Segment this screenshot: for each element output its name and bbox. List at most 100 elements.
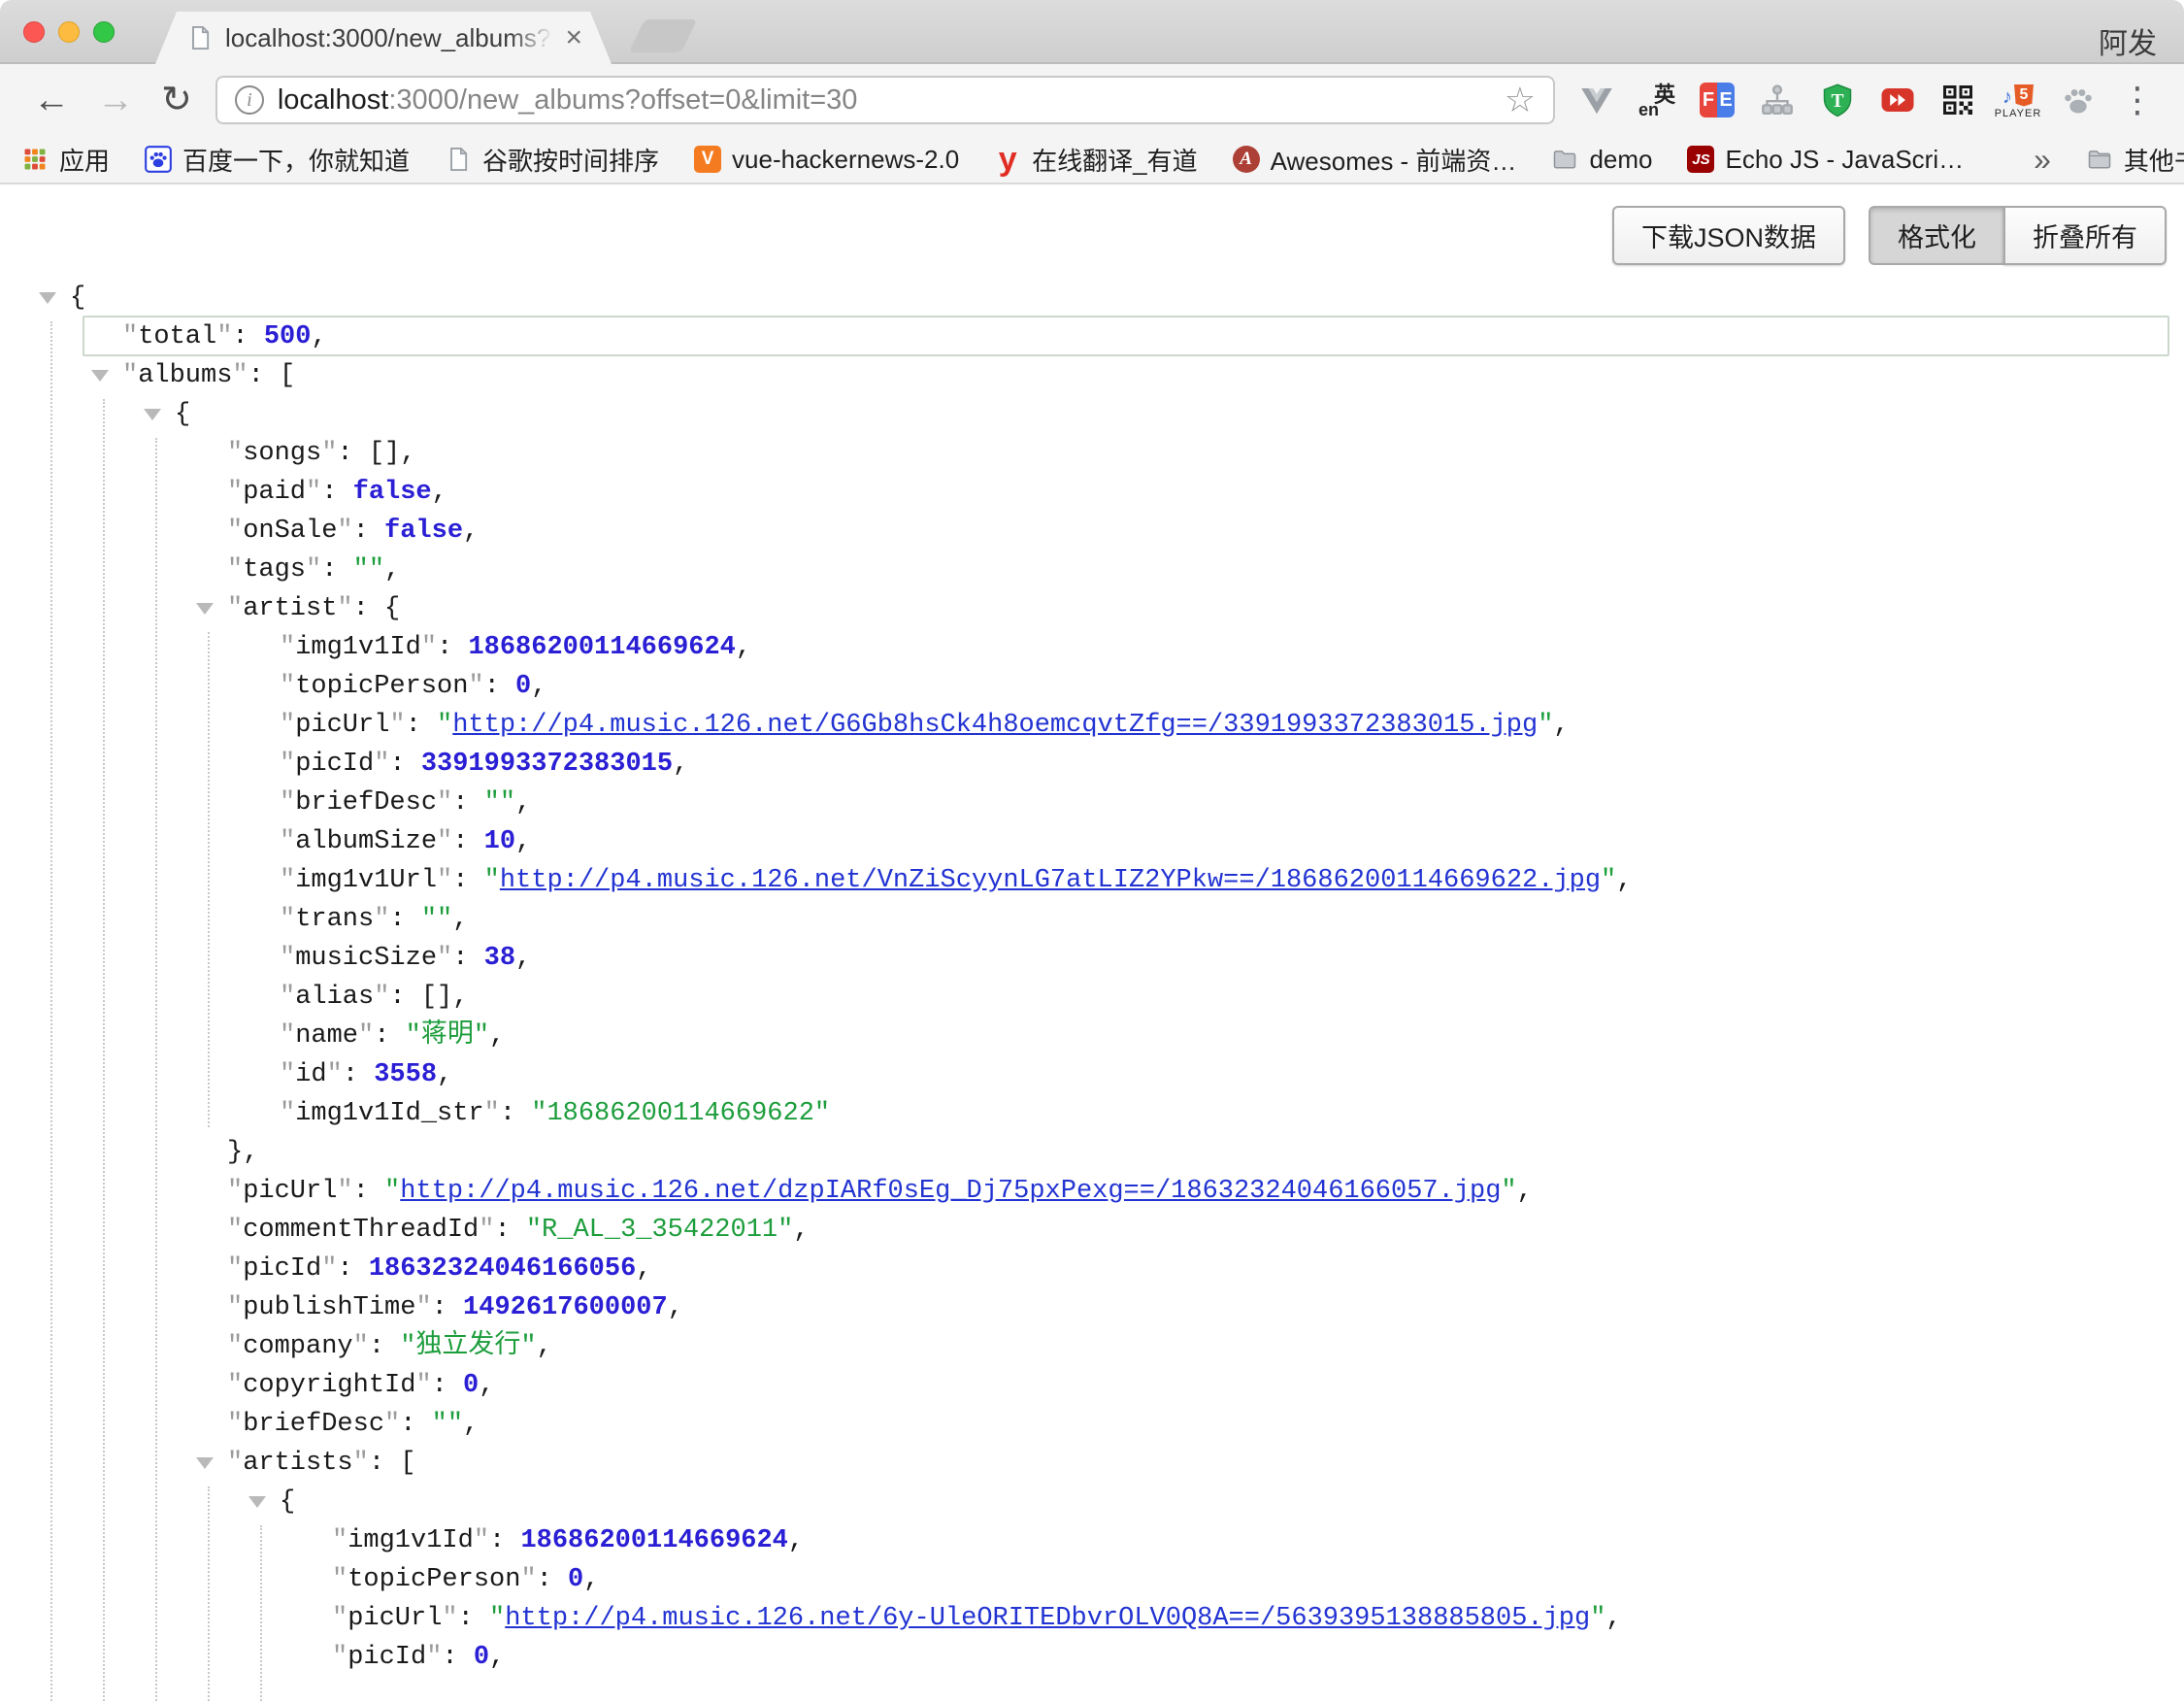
json-line: "commentThreadId": "R_AL_3_35422011", <box>0 1211 2184 1250</box>
json-line: "img1v1Id_str": "18686200114669622" <box>0 1094 2184 1133</box>
page-favicon-icon <box>186 24 214 51</box>
collapse-toggle-icon[interactable] <box>196 1457 214 1469</box>
json-url-link[interactable]: http://p4.music.126.net/VnZiScyynLG7atLI… <box>500 866 1601 895</box>
page-content: 下载JSON数据 格式化 折叠所有 {"total": 500,"albums"… <box>0 184 2184 1701</box>
other-bookmarks-button[interactable]: 其他书签 <box>2086 142 2184 178</box>
json-line: "total": 500, <box>0 317 2184 356</box>
page-info-icon[interactable]: i <box>235 85 264 115</box>
json-line: "company": "独立发行", <box>0 1327 2184 1366</box>
json-line: "briefDesc": "", <box>0 1405 2184 1444</box>
bookmarks-overflow-icon[interactable]: » <box>2034 142 2051 178</box>
json-line: "briefDesc": "", <box>0 784 2184 822</box>
sitemap-icon[interactable] <box>1759 81 1796 119</box>
bookmark-label: 百度一下，你就知道 <box>182 142 410 178</box>
collapse-toggle-icon[interactable] <box>196 603 214 615</box>
json-key: copyrightId <box>243 1371 415 1400</box>
json-key: paid <box>243 478 306 507</box>
browser-menu-icon[interactable]: ⋮ <box>2106 80 2165 120</box>
page-icon <box>445 146 472 173</box>
json-string: "独立发行" <box>400 1332 536 1361</box>
maximize-window-button[interactable] <box>93 21 115 43</box>
bookmark-item[interactable]: JSEcho JS - JavaScri… <box>1687 145 1964 175</box>
bookmark-star-icon[interactable]: ☆ <box>1505 80 1536 120</box>
json-key: img1v1Url <box>295 866 437 895</box>
json-key: songs <box>243 439 321 468</box>
forward-icon[interactable]: → <box>83 82 148 118</box>
bookmark-item[interactable]: demo <box>1551 145 1652 175</box>
json-line: "publishTime": 1492617600007, <box>0 1288 2184 1327</box>
json-string: "18686200114669622" <box>531 1099 830 1128</box>
json-line: "tags": "", <box>0 551 2184 589</box>
url-host: localhost <box>278 84 388 116</box>
back-icon[interactable]: ← <box>19 82 83 118</box>
html5-player-icon[interactable]: ♪5PLAYER <box>2000 81 2036 119</box>
collapse-toggle-icon[interactable] <box>91 370 109 382</box>
bookmark-label: 在线翻译_有道 <box>1032 142 1197 178</box>
json-line: "artist": { <box>0 589 2184 628</box>
youdao-icon: y <box>994 146 1021 173</box>
json-key: picUrl <box>347 1604 442 1633</box>
new-tab-button[interactable] <box>629 19 698 52</box>
video-downloader-icon[interactable] <box>1879 81 1916 119</box>
json-number: 0 <box>568 1565 583 1594</box>
json-key: trans <box>295 905 374 934</box>
bookmark-item[interactable]: 应用 <box>21 142 110 178</box>
json-key: publishTime <box>243 1293 415 1322</box>
collapse-toggle-icon[interactable] <box>144 409 161 420</box>
qr-code-icon[interactable] <box>1939 81 1976 119</box>
folder-icon <box>2086 146 2113 173</box>
json-line: "picUrl": "http://p4.music.126.net/G6Gb8… <box>0 706 2184 745</box>
json-number: 18632324046166056 <box>369 1254 636 1284</box>
json-line: "artists": [ <box>0 1444 2184 1483</box>
json-line: "alias": [], <box>0 978 2184 1017</box>
json-line: "picId": 3391993372383015, <box>0 745 2184 784</box>
address-bar[interactable]: i localhost:3000/new_albums?offset=0&lim… <box>215 76 1555 124</box>
json-url-link[interactable]: http://p4.music.126.net/dzpIARf0sEg_Dj75… <box>400 1177 1501 1206</box>
translate-icon[interactable]: 英en <box>1638 81 1675 119</box>
bookmark-label: vue-hackernews-2.0 <box>732 145 959 175</box>
collapse-toggle-icon[interactable] <box>248 1496 266 1508</box>
minimize-window-button[interactable] <box>58 21 80 43</box>
fe-helper-icon[interactable]: FE <box>1699 81 1736 119</box>
bookmark-item[interactable]: 百度一下，你就知道 <box>145 142 410 178</box>
bookmark-label: 应用 <box>59 142 110 178</box>
reload-icon[interactable]: ↻ <box>148 82 206 118</box>
json-url-link[interactable]: http://p4.music.126.net/6y-UleORITEDbvrO… <box>505 1604 1590 1633</box>
bookmark-label: Awesomes - 前端资… <box>1271 142 1517 178</box>
tampermonkey-icon[interactable]: T <box>1819 81 1856 119</box>
awesomes-icon: A <box>1233 146 1260 173</box>
json-key: briefDesc <box>243 1410 384 1439</box>
json-line: { <box>0 1483 2184 1521</box>
json-key: artists <box>243 1449 352 1478</box>
paw-icon[interactable] <box>2060 81 2097 119</box>
bookmark-item[interactable]: Vvue-hackernews-2.0 <box>694 145 959 175</box>
profile-name[interactable]: 阿发 <box>2099 19 2157 62</box>
json-key: topicPerson <box>295 672 468 701</box>
collapse-all-button[interactable]: 折叠所有 <box>2003 206 2167 265</box>
download-json-button[interactable]: 下载JSON数据 <box>1612 206 1845 265</box>
bookmark-item[interactable]: A Awesomes - 前端资… <box>1233 142 1517 178</box>
json-key: tags <box>243 555 306 584</box>
close-window-button[interactable] <box>23 21 45 43</box>
tab-title: localhost:3000/new_albums?o <box>225 23 553 53</box>
url-text: localhost:3000/new_albums?offset=0&limit… <box>278 84 1495 117</box>
bookmark-item[interactable]: 谷歌按时间排序 <box>445 142 659 178</box>
json-number: 500 <box>264 322 312 351</box>
vue-devtools-icon[interactable] <box>1578 81 1615 119</box>
json-number: 10 <box>484 827 515 856</box>
vue-orange-icon: V <box>694 146 721 173</box>
json-line: "picUrl": "http://p4.music.126.net/dzpIA… <box>0 1172 2184 1211</box>
json-number: 0 <box>474 1643 489 1672</box>
bookmark-item[interactable]: y 在线翻译_有道 <box>994 142 1197 178</box>
browser-tab[interactable]: localhost:3000/new_albums?o × <box>155 12 612 64</box>
json-number: 3558 <box>374 1060 437 1089</box>
collapse-toggle-icon[interactable] <box>39 292 56 304</box>
json-url-link[interactable]: http://p4.music.126.net/G6Gb8hsCk4h8oemc… <box>452 711 1538 740</box>
tab-close-icon[interactable]: × <box>565 23 582 52</box>
json-line: "paid": false, <box>0 473 2184 512</box>
json-line: "trans": "", <box>0 900 2184 939</box>
json-line: { <box>0 395 2184 434</box>
browser-toolbar: ← → ↻ i localhost:3000/new_albums?offset… <box>0 64 2184 136</box>
format-button[interactable]: 格式化 <box>1869 206 2005 265</box>
json-number: 3391993372383015 <box>421 750 673 779</box>
